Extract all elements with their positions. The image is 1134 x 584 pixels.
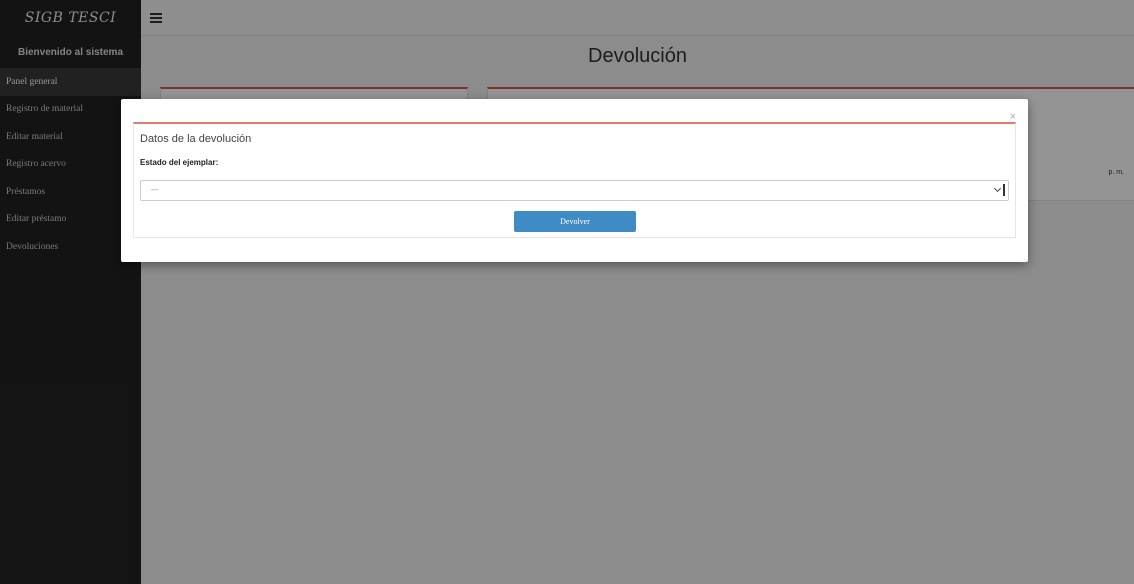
devolucion-form-panel: Datos de la devolución Estado del ejempl… [133, 122, 1016, 238]
estado-ejemplar-label: Estado del ejemplar: [140, 158, 219, 167]
chevron-down-icon [997, 184, 1005, 196]
devolver-button[interactable]: Devolver [514, 211, 636, 232]
estado-ejemplar-select[interactable]: --- [140, 180, 1009, 201]
devolucion-modal: × Datos de la devolución Estado del ejem… [121, 99, 1028, 262]
modal-backdrop[interactable] [0, 0, 1134, 584]
modal-heading: Datos de la devolución [140, 133, 252, 145]
select-value: --- [151, 187, 158, 194]
